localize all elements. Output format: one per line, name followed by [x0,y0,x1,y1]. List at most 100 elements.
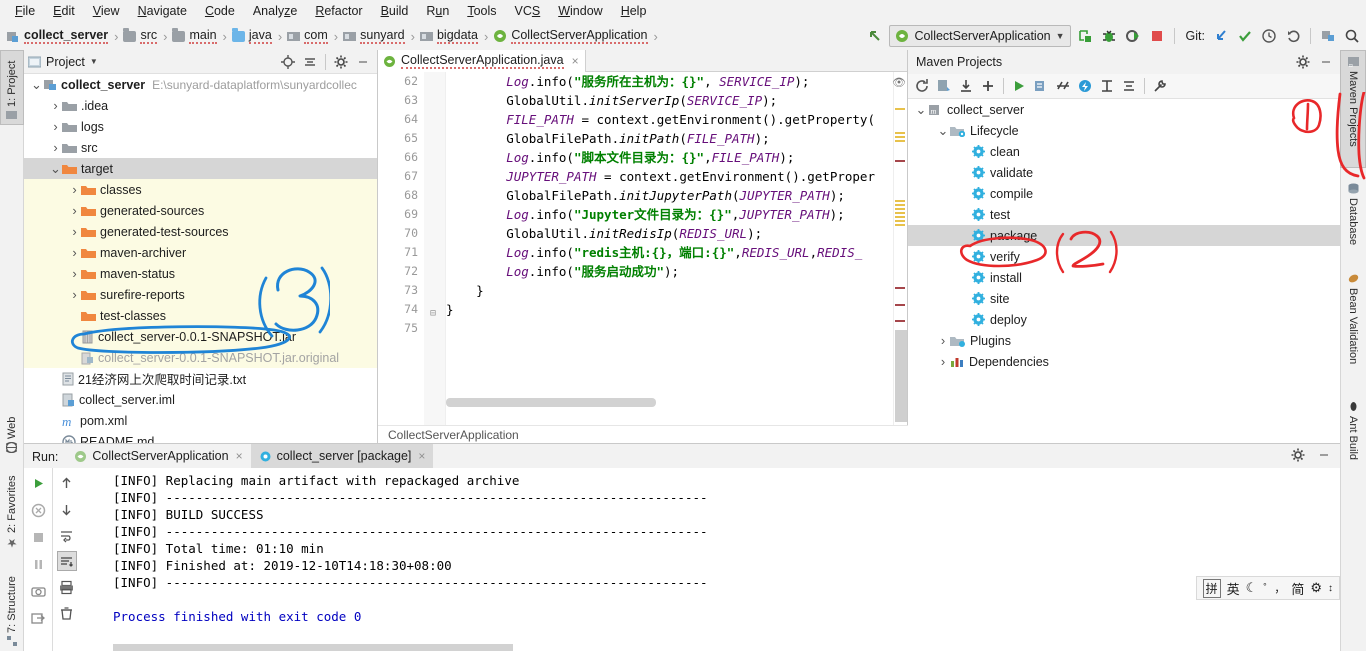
print-icon[interactable] [57,577,77,597]
breadcrumb-item-5[interactable]: sunyard › [343,28,420,44]
editor-horizontal-scrollbar[interactable] [446,398,656,407]
execute-goal-icon[interactable] [1031,76,1051,96]
git-update-button[interactable] [1211,26,1231,46]
menu-item-navigate[interactable]: Navigate [129,2,196,20]
run-button[interactable] [1075,26,1095,46]
editor-tab-collectserverapplication[interactable]: CollectServerApplication.java × [378,50,586,72]
git-commit-button[interactable] [1235,26,1255,46]
project-tree-row[interactable]: ›classes [24,179,377,200]
console-output[interactable]: [INFO] Replacing main artifact with repa… [81,468,1340,651]
project-tree-row[interactable]: ⌄collect_serverE:\sunyard-dataplatform\s… [24,74,377,95]
menu-item-window[interactable]: Window [549,2,611,20]
maven-tree-row[interactable]: verify [908,246,1340,267]
maven-tree-row[interactable]: test [908,204,1340,225]
maven-tree-row[interactable]: deploy [908,309,1340,330]
project-tree-row[interactable]: ›generated-sources [24,200,377,221]
stop-icon[interactable] [28,527,48,547]
run-tab-collect-server-package[interactable]: collect_server [package] × [251,444,434,468]
code-editor[interactable]: 6263646566676869707172737475 ⊟ Log.info(… [378,72,907,427]
menu-item-analyze[interactable]: Analyze [244,2,306,20]
download-sources-icon[interactable] [956,76,976,96]
export-icon[interactable] [28,608,48,628]
ime-settings-icon[interactable]: ⚙ [1310,580,1322,596]
project-tree-row[interactable]: collect_server.iml [24,389,377,410]
code-folding-column[interactable]: ⊟ [424,72,446,427]
ime-expand-icon[interactable]: ↕ [1328,583,1333,594]
chevron-right-icon[interactable]: › [49,98,62,113]
menu-item-build[interactable]: Build [372,2,418,20]
toggle-skip-tests-icon[interactable] [1053,76,1073,96]
maven-tree-row[interactable]: clean [908,141,1340,162]
up-arrow-icon[interactable] [57,473,77,493]
project-tree-row[interactable]: 21经济网上次爬取时间记录.txt [24,368,377,389]
menu-item-run[interactable]: Run [417,2,458,20]
sidebar-item-bean-validation[interactable]: Bean Validation [1340,268,1366,388]
editor-breadcrumb[interactable]: CollectServerApplication [378,425,908,443]
stop-button[interactable] [1147,26,1167,46]
show-dependencies-icon[interactable] [1097,76,1117,96]
breadcrumb-item-7[interactable]: CollectServerApplication › [493,28,663,44]
fold-marker-icon[interactable]: ⊟ [430,308,436,319]
chevron-right-icon[interactable]: › [936,354,950,369]
project-tree-row[interactable]: ›logs [24,116,377,137]
project-tree-row[interactable]: test-classes [24,305,377,326]
run-with-coverage-button[interactable] [1123,26,1143,46]
chevron-down-icon[interactable]: ⌄ [49,164,62,174]
chevron-right-icon[interactable]: › [68,245,81,260]
menu-item-edit[interactable]: Edit [44,2,84,20]
maven-tree-row[interactable]: validate [908,162,1340,183]
down-arrow-icon[interactable] [57,499,77,519]
project-tree-row[interactable]: ›.idea [24,95,377,116]
project-tree-row[interactable]: ›maven-archiver [24,242,377,263]
maven-tree-row[interactable]: compile [908,183,1340,204]
ime-punctuation-icon[interactable]: ゜， [1263,580,1285,596]
project-tree-row[interactable]: ›maven-status [24,263,377,284]
toggle-offline-icon[interactable] [1075,76,1095,96]
add-maven-project-icon[interactable] [978,76,998,96]
menu-item-file[interactable]: File [6,2,44,20]
generate-sources-icon[interactable] [934,76,954,96]
sidebar-item-web[interactable]: Web [0,405,24,457]
screenshot-icon[interactable] [28,581,48,601]
chevron-right-icon[interactable]: › [68,287,81,302]
maven-tree-row[interactable]: package [908,225,1340,246]
gear-icon[interactable] [331,52,351,72]
reimport-icon[interactable] [912,76,932,96]
back-arrow-icon[interactable] [865,26,885,46]
rerun-icon[interactable] [28,473,48,493]
editor-scrollbar-thumb[interactable] [895,330,907,422]
git-history-button[interactable] [1259,26,1279,46]
ime-moon-icon[interactable]: ☾ [1246,580,1258,596]
menu-item-code[interactable]: Code [196,2,244,20]
hide-icon[interactable] [1316,52,1336,72]
ime-english-mode[interactable]: 英 [1227,579,1240,598]
project-structure-button[interactable] [1318,26,1338,46]
chevron-right-icon[interactable]: › [68,224,81,239]
breadcrumb-item-0[interactable]: collect_server › [6,28,123,44]
project-tree-row[interactable]: collect_server-0.0.1-SNAPSHOT.jar [24,326,377,347]
ime-pinyin-mode[interactable]: 拼 [1203,579,1221,598]
breadcrumb-item-3[interactable]: java › [232,28,287,44]
close-icon[interactable]: × [572,54,579,68]
menu-item-view[interactable]: View [84,2,129,20]
menu-item-tools[interactable]: Tools [458,2,505,20]
rerun-failed-icon[interactable] [28,500,48,520]
maven-tree-row[interactable]: ›Plugins [908,330,1340,351]
sidebar-item-database[interactable]: Database [1340,178,1366,260]
chevron-right-icon[interactable]: › [49,119,62,134]
breadcrumb-item-2[interactable]: main › [172,28,231,44]
pause-icon[interactable] [28,554,48,574]
collapse-all-icon[interactable] [300,52,320,72]
chevron-right-icon[interactable]: › [68,203,81,218]
error-stripe-gutter[interactable]: 👁 [893,72,907,427]
chevron-down-icon[interactable]: ⌄ [30,80,43,90]
maven-tree-row[interactable]: ⌄mcollect_server [908,99,1340,120]
menu-item-vcs[interactable]: VCS [506,2,550,20]
project-tree-row[interactable]: ›surefire-reports [24,284,377,305]
menu-item-help[interactable]: Help [612,2,656,20]
soft-wrap-icon[interactable] [57,525,77,545]
git-rollback-button[interactable] [1283,26,1303,46]
menu-item-refactor[interactable]: Refactor [306,2,371,20]
maven-tree-row[interactable]: site [908,288,1340,309]
debug-button[interactable] [1099,26,1119,46]
